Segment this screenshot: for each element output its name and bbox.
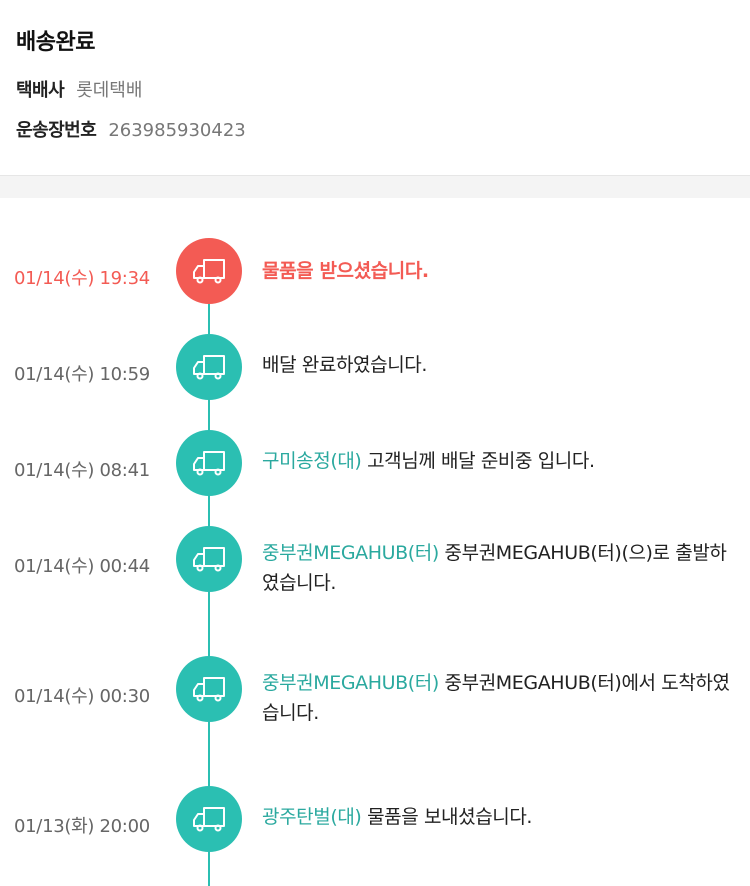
carrier-row: 택배사 롯데택배 bbox=[16, 76, 142, 102]
event-truck-circle bbox=[176, 526, 242, 592]
event-message: 배달 완료하였습니다. bbox=[262, 354, 427, 376]
event-time: 01/14(수) 00:44 bbox=[14, 556, 150, 577]
event-description: 광주탄벌(대) 물품을 보내셨습니다. bbox=[262, 802, 738, 832]
truck-icon bbox=[193, 677, 225, 702]
event-time: 01/14(수) 10:59 bbox=[14, 364, 150, 385]
event-time: 01/14(수) 19:34 bbox=[14, 268, 150, 289]
event-description: 중부권MEGAHUB(터) 중부권MEGAHUB(터)에서 도착하였습니다. bbox=[262, 668, 738, 728]
event-truck-circle bbox=[176, 238, 242, 304]
event-message: 고객님께 배달 준비중 입니다. bbox=[361, 450, 595, 472]
truck-icon bbox=[193, 451, 225, 476]
event-location: 중부권MEGAHUB(터) bbox=[262, 542, 439, 564]
event-location: 구미송정(대) bbox=[262, 450, 362, 472]
truck-icon bbox=[193, 807, 225, 832]
event-description: 배달 완료하였습니다. bbox=[262, 350, 738, 380]
truck-icon bbox=[193, 259, 225, 284]
event-description: 구미송정(대) 고객님께 배달 준비중 입니다. bbox=[262, 446, 738, 476]
event-description: 물품을 받으셨습니다. bbox=[262, 256, 738, 286]
event-description: 중부권MEGAHUB(터) 중부권MEGAHUB(터)(으)로 출발하였습니다. bbox=[262, 538, 738, 598]
section-divider bbox=[0, 176, 750, 198]
delivery-status-title: 배송완료 bbox=[16, 30, 95, 55]
event-time: 01/13(화) 20:00 bbox=[14, 816, 150, 837]
event-truck-circle bbox=[176, 334, 242, 400]
event-time: 01/14(수) 08:41 bbox=[14, 460, 150, 481]
tracking-number-row: 운송장번호 263985930423 bbox=[16, 116, 246, 142]
truck-icon bbox=[193, 547, 225, 572]
event-location: 광주탄벌(대) bbox=[262, 806, 362, 828]
carrier-label: 택배사 bbox=[16, 80, 65, 101]
tracking-timeline: 01/14(수) 19:34 물품을 받으셨습니다. 01/14(수) 10:5… bbox=[0, 198, 750, 886]
event-truck-circle bbox=[176, 786, 242, 852]
event-time: 01/14(수) 00:30 bbox=[14, 686, 150, 707]
event-location: 중부권MEGAHUB(터) bbox=[262, 672, 439, 694]
event-message: 물품을 보내셨습니다. bbox=[361, 806, 533, 828]
carrier-value: 롯데택배 bbox=[76, 80, 143, 101]
event-truck-circle bbox=[176, 430, 242, 496]
tracking-number-value: 263985930423 bbox=[108, 120, 246, 141]
event-truck-circle bbox=[176, 656, 242, 722]
truck-icon bbox=[193, 355, 225, 380]
tracking-number-label: 운송장번호 bbox=[16, 120, 97, 141]
event-message: 물품을 받으셨습니다. bbox=[262, 260, 429, 282]
delivery-header: 배송완료 택배사 롯데택배 운송장번호 263985930423 bbox=[0, 0, 750, 176]
